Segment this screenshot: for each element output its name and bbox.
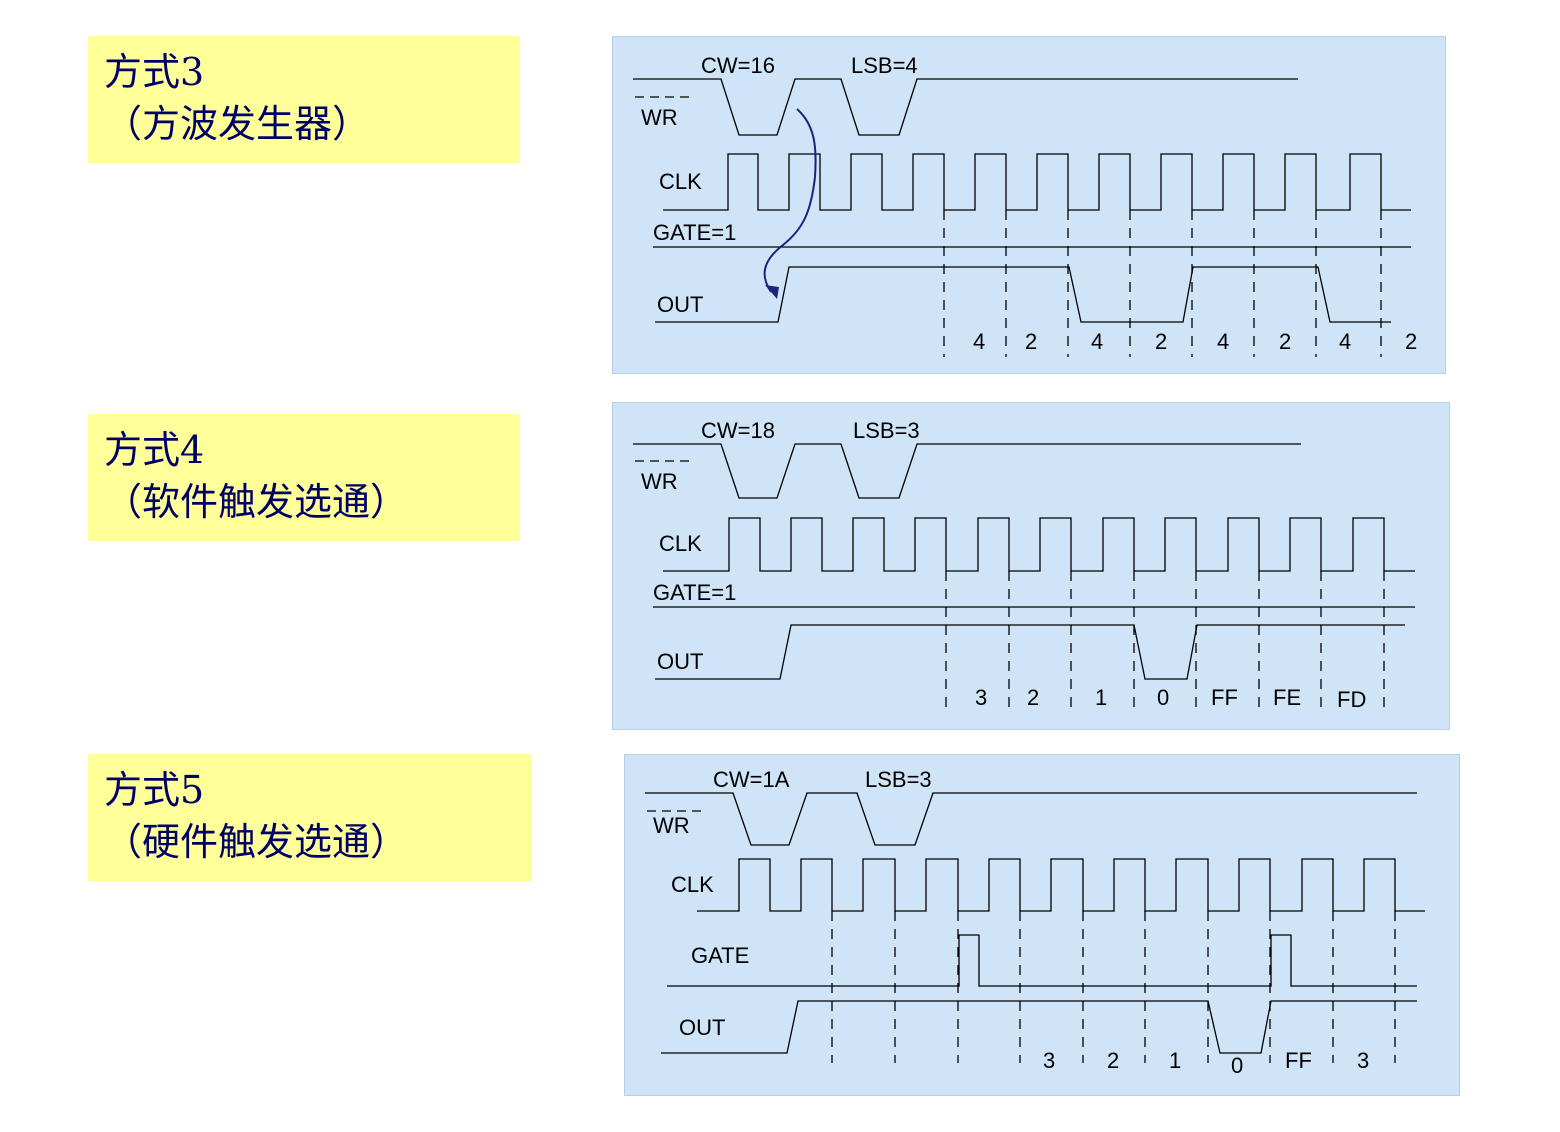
count-value: 2 — [1027, 685, 1039, 710]
count-value: 4 — [973, 329, 985, 354]
count-value: FD — [1337, 687, 1366, 712]
mode-5-title: 方式5 — [104, 768, 205, 812]
count-value: 4 — [1217, 329, 1229, 354]
timing-diagram-mode-5: CW=1A LSB=3 WR CLK GATE OUT 3 2 1 0 FF 3 — [624, 754, 1460, 1096]
arrowhead-icon — [765, 285, 779, 299]
gate-label: GATE — [691, 943, 749, 968]
timing-diagram-mode-4: CW=18 LSB=3 WR CLK GATE=1 OUT 3 2 1 0 FF… — [612, 402, 1450, 730]
wr-label: WR — [641, 469, 678, 494]
wr-waveform — [633, 78, 1298, 136]
clock-edge-markers — [831, 911, 1396, 1063]
wr-label: WR — [653, 813, 690, 838]
cw-label: CW=18 — [701, 418, 775, 443]
mode-4-subtitle: （软件触发选通） — [104, 480, 409, 524]
count-value: FF — [1285, 1048, 1312, 1073]
count-value: FE — [1273, 685, 1301, 710]
count-value: 4 — [1091, 329, 1103, 354]
count-value: 2 — [1025, 329, 1037, 354]
clk-label: CLK — [659, 531, 702, 556]
wr-waveform — [645, 792, 1417, 846]
lsb-label: LSB=3 — [865, 767, 932, 792]
out-label: OUT — [657, 649, 703, 674]
count-value: 1 — [1095, 685, 1107, 710]
trigger-arrow — [763, 108, 817, 293]
lsb-label: LSB=4 — [851, 53, 918, 78]
lsb-label: LSB=3 — [853, 418, 920, 443]
wr-waveform — [633, 443, 1301, 499]
out-label: OUT — [679, 1015, 725, 1040]
count-value: 0 — [1157, 685, 1169, 710]
count-value: 2 — [1107, 1048, 1119, 1073]
count-value: 3 — [975, 685, 987, 710]
out-label: OUT — [657, 292, 703, 317]
count-value: 2 — [1279, 329, 1291, 354]
clk-waveform — [663, 517, 1415, 572]
cw-label: CW=1A — [713, 767, 790, 792]
clk-waveform — [697, 858, 1425, 912]
gate-label: GATE=1 — [653, 220, 736, 245]
mode-4-title: 方式4 — [104, 428, 205, 472]
count-value: 3 — [1357, 1048, 1369, 1073]
count-value: FF — [1211, 685, 1238, 710]
out-waveform — [655, 624, 1405, 680]
clk-label: CLK — [659, 169, 702, 194]
timing-diagram-mode-3: CW=16 LSB=4 WR CLK GATE=1 OUT 4 2 4 2 4 … — [612, 36, 1446, 374]
mode-5-subtitle: （硬件触发选通） — [104, 820, 409, 864]
mode-3-subtitle: （方波发生器） — [104, 102, 371, 146]
gate-waveform — [667, 934, 1417, 987]
clk-label: CLK — [671, 872, 714, 897]
out-waveform — [661, 1000, 1417, 1054]
mode-5-label: 方式5 （硬件触发选通） — [88, 754, 532, 881]
mode-4-label: 方式4 （软件触发选通） — [88, 414, 520, 541]
wr-label: WR — [641, 105, 678, 130]
clk-waveform — [663, 153, 1411, 211]
cw-label: CW=16 — [701, 53, 775, 78]
count-value: 3 — [1043, 1048, 1055, 1073]
mode-3-title: 方式3 — [104, 50, 205, 94]
count-value: 2 — [1155, 329, 1167, 354]
count-value: 1 — [1169, 1048, 1181, 1073]
mode-3-label: 方式3 （方波发生器） — [88, 36, 520, 163]
gate-label: GATE=1 — [653, 580, 736, 605]
count-value: 2 — [1405, 329, 1417, 354]
count-value: 0 — [1231, 1053, 1243, 1078]
count-value: 4 — [1339, 329, 1351, 354]
